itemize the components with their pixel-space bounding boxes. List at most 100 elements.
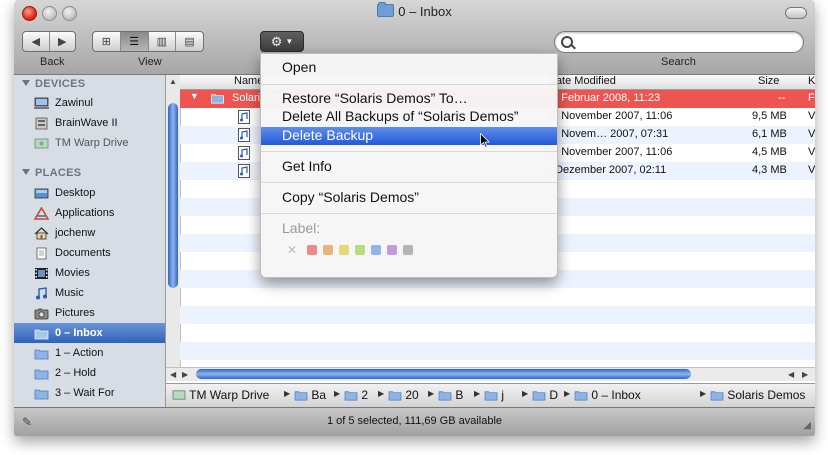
window-title-text: 0 – Inbox [398,4,452,19]
scroll-right-icon[interactable]: ▶ [182,370,188,379]
column-view-button[interactable]: ▥ [149,32,177,51]
folder-icon [344,391,358,401]
empty-row [180,342,815,360]
path-segment[interactable]: 20 [388,388,419,402]
menu-item-open[interactable]: Open [261,59,557,77]
action-menu-button[interactable]: ⚙ ▼ [260,31,304,52]
sidebar: DEVICES Zawinul BrainWave II TM Warp Dri… [14,75,166,407]
search-field[interactable] [554,31,804,53]
path-segment[interactable]: 2 [344,388,368,402]
sidebar-item-inbox[interactable]: 0 – Inbox [14,323,165,343]
vertical-scroll-thumb[interactable] [168,103,178,288]
scroll-right-icon[interactable]: ▶ [802,370,808,379]
forward-button[interactable]: ▶ [50,32,76,51]
sidebar-item-wait-for[interactable]: 3 – Wait For [14,383,165,403]
column-size[interactable]: Size [758,75,779,87]
empty-row [180,324,815,342]
path-segment[interactable]: B [438,388,463,402]
disclosure-triangle-icon [22,169,30,175]
disclosure-triangle-icon[interactable]: ▼ [190,91,199,101]
sidebar-item-tm-warp-drive[interactable]: TM Warp Drive [14,133,165,153]
sidebar-item-desktop[interactable]: Desktop [14,183,165,203]
music-icon [36,286,47,299]
sidebar-item-documents[interactable]: Documents [14,243,165,263]
label-color-swatch[interactable] [323,245,333,255]
horizontal-scroll-thumb[interactable] [196,369,691,379]
scroll-left-icon[interactable]: ◀ [788,370,794,379]
icon-view-button[interactable]: ⊞ [93,32,121,51]
label-color-swatch[interactable] [387,245,397,255]
folder-icon [294,391,308,401]
path-separator-icon: ▶ [428,389,435,398]
path-segment[interactable]: D [532,388,558,402]
vertical-scrollbar[interactable]: ▲ [166,75,181,379]
resize-grip-icon[interactable]: ◢ [803,420,811,431]
menu-item-restore[interactable]: Restore “Solaris Demos” To… [261,90,557,108]
path-separator-icon: ▶ [564,389,571,398]
search-icon [561,36,573,48]
menu-item-copy[interactable]: Copy “Solaris Demos” [261,189,557,207]
file-size: 4,3 MB [752,164,787,176]
sidebar-item-action[interactable]: 1 – Action [14,343,165,363]
horizontal-scrollbar[interactable]: ◀ ▶ ◀ ▶ [166,367,815,381]
mouse-cursor-icon [480,133,490,149]
devices-header[interactable]: DEVICES [22,78,85,90]
folder-icon [34,369,49,379]
back-forward-control: ◀ ▶ [22,31,76,52]
places-header[interactable]: PLACES [22,167,81,179]
path-segment[interactable]: Ba [294,388,326,402]
path-separator-icon: ▶ [474,389,481,398]
no-label-icon[interactable]: ✕ [287,243,297,257]
sidebar-item-music[interactable]: Music [14,283,165,303]
list-view-icon: ☰ [129,36,140,48]
sidebar-item-pictures[interactable]: Pictures [14,303,165,323]
label-color-swatch[interactable] [403,245,413,255]
file-size: 6,1 MB [752,128,787,140]
label-color-swatch[interactable] [339,245,349,255]
menu-item-delete-all-backups[interactable]: Delete All Backups of “Solaris Demos” [261,108,557,126]
pictures-icon [34,308,49,319]
column-name[interactable]: Name [234,75,263,87]
path-segment-solaris-demos[interactable]: Solaris Demos [710,388,805,402]
file-date: 0. November 2007, 11:06 [549,146,673,158]
back-arrow-icon: ◀ [31,36,40,48]
column-view-icon: ▥ [156,36,168,48]
icon-view-icon: ⊞ [101,36,111,48]
path-segment-tm-warp-drive[interactable]: TM Warp Drive [172,388,269,402]
label-color-swatch[interactable] [355,245,365,255]
sidebar-item-applications[interactable]: Applications [14,203,165,223]
folder-icon [34,389,49,399]
column-kind[interactable]: K [808,75,815,87]
scroll-up-icon[interactable]: ▲ [169,77,177,86]
file-size: 9,5 MB [752,110,787,122]
search-input[interactable] [577,34,791,51]
computer-icon [34,97,49,109]
sidebar-item-home[interactable]: jochenw [14,223,165,243]
file-date: . Dezember 2007, 02:11 [549,164,667,176]
coverflow-view-icon: ▤ [184,36,195,48]
sidebar-item-movies[interactable]: Movies [14,263,165,283]
sidebar-item-brainwave[interactable]: BrainWave II [14,113,165,133]
coverflow-view-button[interactable]: ▤ [176,32,203,51]
menu-separator [261,151,557,152]
scroll-left-icon[interactable]: ◀ [170,370,176,379]
path-separator-icon: ▶ [378,389,385,398]
path-segment[interactable]: j [484,388,504,402]
gear-icon: ⚙ [270,33,283,49]
label-color-swatch[interactable] [307,245,317,255]
path-segment-inbox[interactable]: 0 – Inbox [574,388,641,402]
back-button[interactable]: ◀ [23,32,50,51]
sidebar-item-hold[interactable]: 2 – Hold [14,363,165,383]
status-text: 1 of 5 selected, 111,69 GB available [326,415,503,427]
folder-icon [34,349,49,359]
toolbar-toggle-button[interactable] [785,7,807,19]
sidebar-item-zawinul[interactable]: Zawinul [14,93,165,113]
menu-item-get-info[interactable]: Get Info [261,158,557,176]
file-kind: F [808,92,815,104]
list-view-button[interactable]: ☰ [120,32,149,51]
menu-item-delete-backup[interactable]: Delete Backup [261,127,557,145]
column-date-modified[interactable]: Date Modified [548,75,616,87]
file-kind: V [808,128,815,140]
label-color-swatch[interactable] [371,245,381,255]
menu-separator [261,182,557,183]
